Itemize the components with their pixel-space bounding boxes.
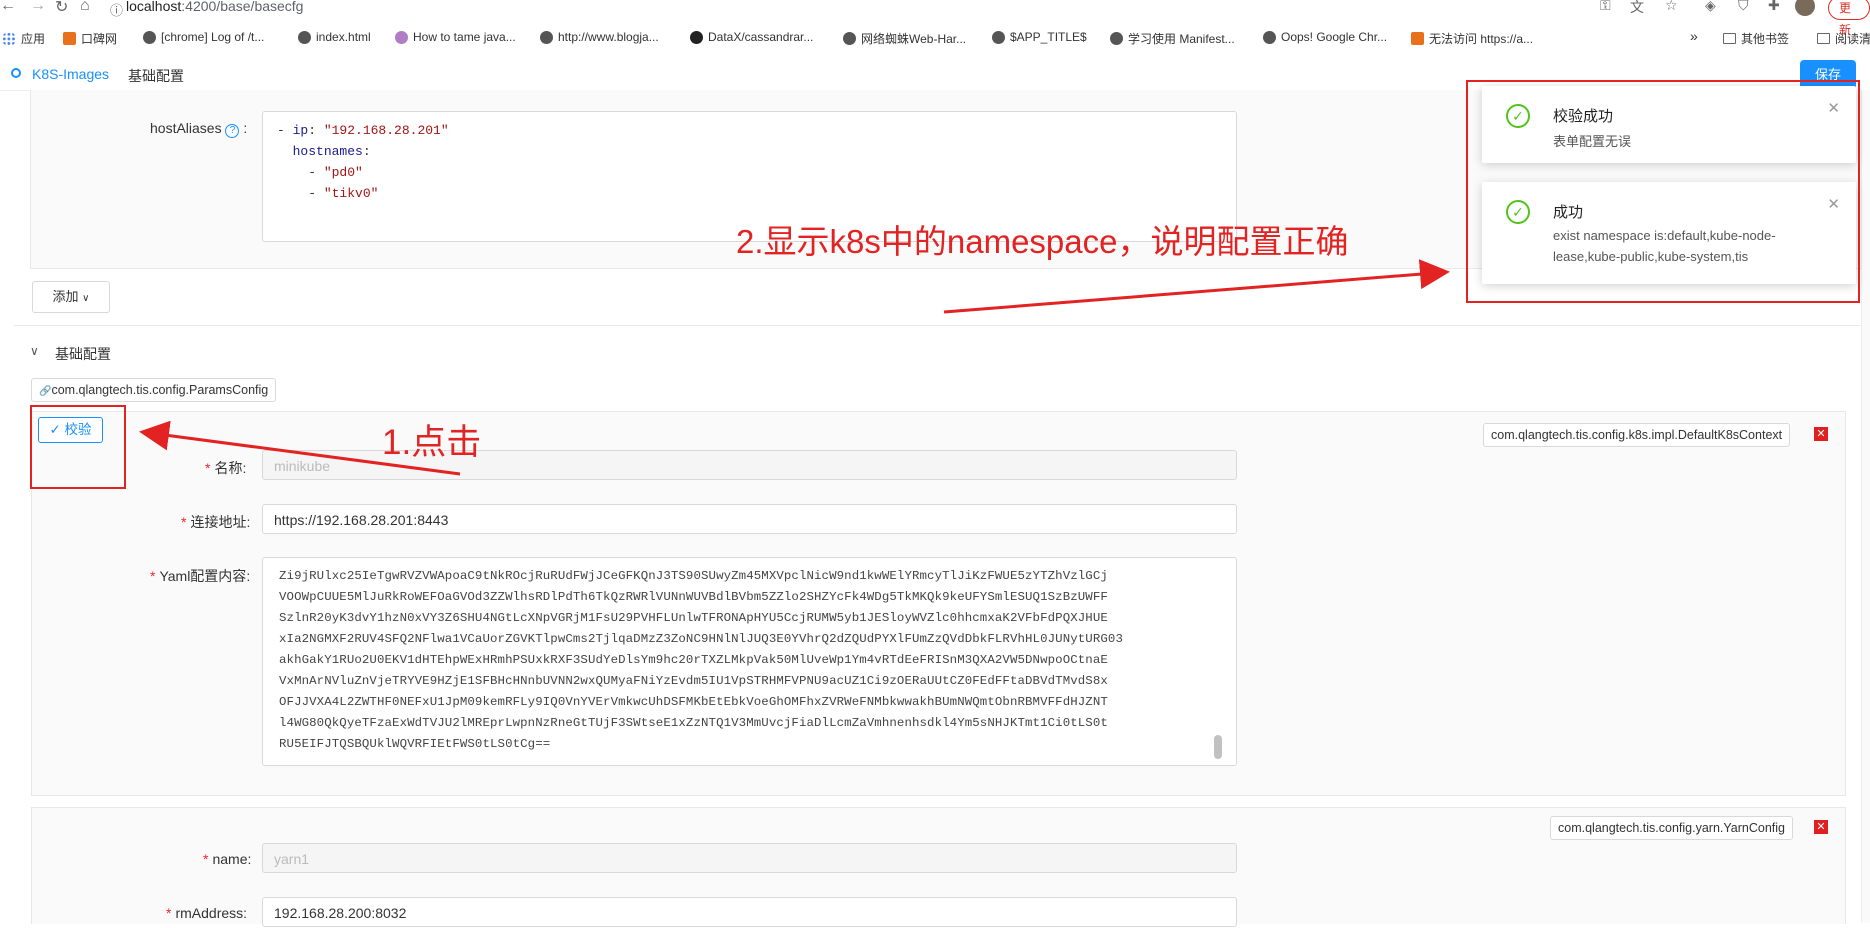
annotation-arrows <box>139 259 1450 476</box>
annotation-arrow-step1 <box>139 420 461 476</box>
annotation-arrow-step2 <box>943 259 1450 314</box>
